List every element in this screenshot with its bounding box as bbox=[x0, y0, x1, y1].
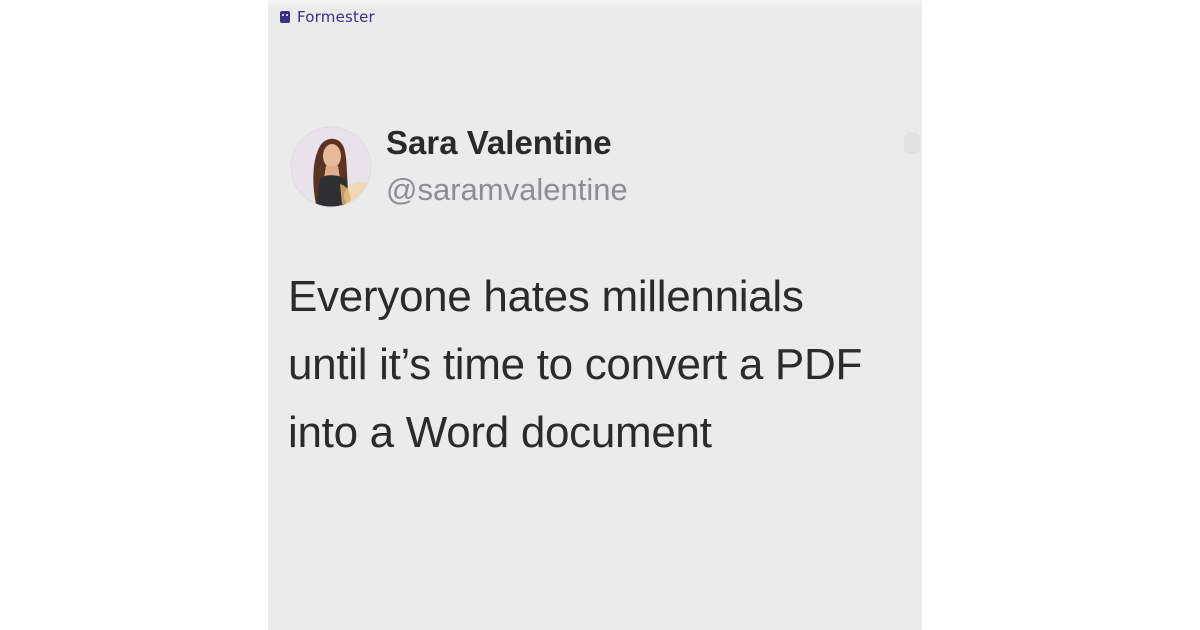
brand-watermark: Formester bbox=[280, 8, 375, 26]
avatar bbox=[290, 126, 372, 208]
author-name: Sara Valentine bbox=[386, 124, 612, 161]
tweet-text-line: until it’s time to convert a PDF bbox=[288, 340, 863, 389]
page: Formester Sara Valentine @saramvalentine… bbox=[0, 0, 1200, 630]
tweet-screenshot-card: Formester Sara Valentine @saramvalentine… bbox=[268, 0, 922, 630]
robot-logo-icon bbox=[280, 11, 290, 23]
brand-name: Formester bbox=[297, 8, 375, 26]
tweet-text: Everyone hates millennials until it’s ti… bbox=[288, 263, 918, 467]
author-handle: @saramvalentine bbox=[386, 172, 628, 207]
tweet-text-line: Everyone hates millennials bbox=[288, 272, 804, 321]
card-edge-artifact bbox=[904, 132, 920, 154]
tweet-text-line: into a Word document bbox=[288, 408, 712, 457]
